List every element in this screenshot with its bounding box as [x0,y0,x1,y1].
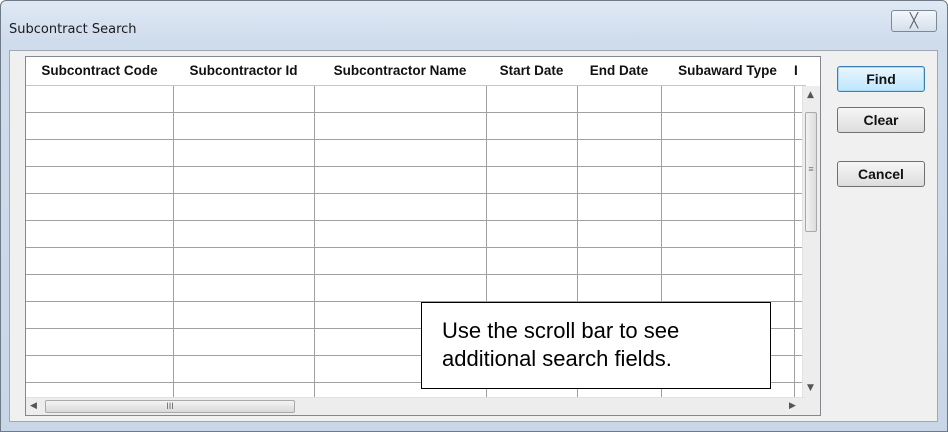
column-divider [794,86,795,415]
column-divider [314,86,315,415]
grip-icon: ≡ [808,164,814,174]
table-row[interactable] [26,275,806,302]
scroll-down-icon[interactable]: ▼ [807,384,814,393]
cancel-button[interactable]: Cancel [837,161,925,187]
horizontal-scrollbar[interactable]: ◀ III ▶ [26,397,806,415]
column-header-start-date[interactable]: Start Date [486,57,577,85]
scroll-up-icon[interactable]: ▲ [807,91,814,100]
vertical-scrollbar[interactable]: ▲ ≡ ▼ [802,86,820,401]
table-row[interactable] [26,248,806,275]
horizontal-scroll-thumb[interactable]: III [45,400,295,413]
callout-text: Use the scroll bar to see additional sea… [442,318,680,371]
column-header-subcontractor-id[interactable]: Subcontractor Id [173,57,314,85]
grid-header: Subcontract Code Subcontractor Id Subcon… [26,57,806,86]
table-row[interactable] [26,221,806,248]
table-row[interactable] [26,86,806,113]
grip-icon: III [166,401,174,411]
vertical-scroll-thumb[interactable]: ≡ [805,112,817,232]
column-header-partial[interactable]: I [794,57,806,85]
table-row[interactable] [26,113,806,140]
clear-button[interactable]: Clear [837,107,925,133]
scroll-left-icon[interactable]: ◀ [30,402,37,411]
window-title: Subcontract Search [9,22,137,37]
scrollbar-corner [803,398,820,415]
column-header-subcontractor-name[interactable]: Subcontractor Name [314,57,486,85]
table-row[interactable] [26,140,806,167]
column-header-subcontract-code[interactable]: Subcontract Code [26,57,173,85]
callout-box: Use the scroll bar to see additional sea… [421,302,771,389]
close-icon: ╳ [909,13,919,29]
column-header-subaward-type[interactable]: Subaward Type [661,57,794,85]
title-bar: Subcontract Search ╳ [1,1,947,41]
scroll-right-icon[interactable]: ▶ [789,402,796,411]
table-row[interactable] [26,194,806,221]
table-row[interactable] [26,167,806,194]
column-header-end-date[interactable]: End Date [577,57,661,85]
find-button[interactable]: Find [837,66,925,92]
close-button[interactable]: ╳ [891,10,937,32]
column-divider [173,86,174,415]
